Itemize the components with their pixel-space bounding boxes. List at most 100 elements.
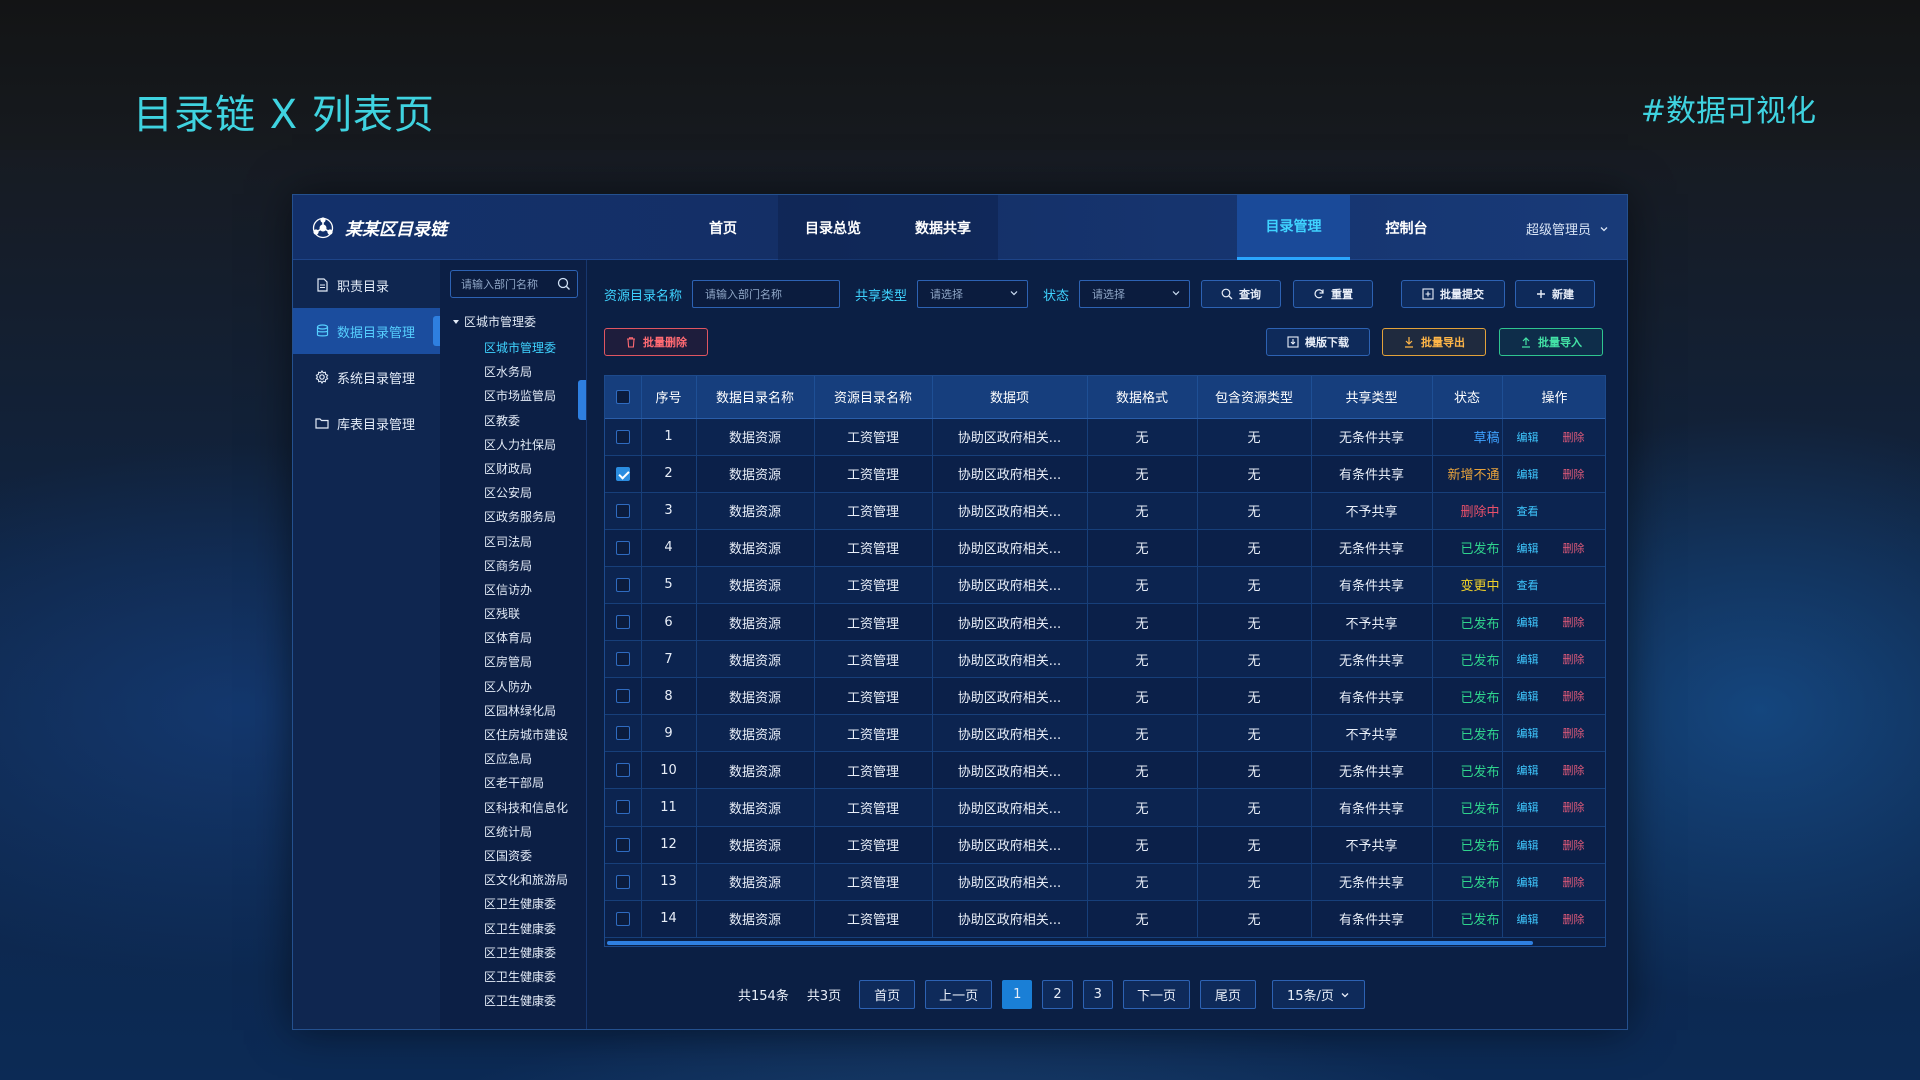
- row-checkbox[interactable]: [615, 577, 630, 592]
- row-checkbox[interactable]: [615, 503, 630, 518]
- next-page-button[interactable]: 下一页: [1122, 980, 1190, 1009]
- table-row[interactable]: 3 数据资源 工资管理 协助区政府相关... 无无不予共享 删除中 查看: [605, 492, 1605, 530]
- tree-root-node[interactable]: 区城市管理委: [452, 313, 536, 330]
- tree-node[interactable]: 区科技和信息化: [484, 796, 568, 820]
- row-checkbox[interactable]: [615, 652, 630, 667]
- sidebar-item-duty-catalog[interactable]: 职责目录: [293, 262, 440, 308]
- template-download-button[interactable]: 模版下载: [1266, 328, 1370, 356]
- tree-collapse-handle[interactable]: [578, 380, 586, 420]
- tree-node[interactable]: 区残联: [484, 602, 568, 626]
- tree-node[interactable]: 区水务局: [484, 360, 568, 384]
- table-row[interactable]: 9 数据资源 工资管理 协助区政府相关... 无无不予共享 已发布 编辑 删除: [605, 714, 1605, 753]
- page-button-3[interactable]: 3: [1082, 980, 1113, 1009]
- delete-link[interactable]: 删除: [1563, 616, 1585, 629]
- tree-node[interactable]: 区园林绿化局: [484, 699, 568, 723]
- first-page-button[interactable]: 首页: [859, 980, 916, 1009]
- sidebar-item-data-catalog[interactable]: 数据目录管理: [293, 308, 440, 354]
- row-checkbox[interactable]: [615, 726, 630, 741]
- tree-node[interactable]: 区司法局: [484, 530, 568, 554]
- table-row[interactable]: 5 数据资源 工资管理 协助区政府相关... 无无有条件共享 变更中 查看: [605, 566, 1605, 604]
- table-row[interactable]: 8 数据资源 工资管理 协助区政府相关... 无无有条件共享 已发布 编辑 删除: [605, 677, 1605, 716]
- row-checkbox[interactable]: [615, 689, 630, 704]
- table-row[interactable]: 11 数据资源 工资管理 协助区政府相关... 无无有条件共享 已发布 编辑 删除: [605, 788, 1605, 827]
- delete-link[interactable]: 删除: [1563, 839, 1585, 852]
- tree-node[interactable]: 区卫生健康委: [484, 941, 568, 965]
- edit-link[interactable]: 编辑: [1517, 616, 1539, 629]
- edit-link[interactable]: 编辑: [1517, 727, 1539, 740]
- delete-link[interactable]: 删除: [1563, 690, 1585, 703]
- tree-node[interactable]: 区政务服务局: [484, 505, 568, 529]
- tree-node[interactable]: 区国资委: [484, 844, 568, 868]
- sidebar-item-table-catalog[interactable]: 库表目录管理: [293, 400, 440, 446]
- row-checkbox[interactable]: [615, 911, 630, 926]
- edit-link[interactable]: 编辑: [1517, 801, 1539, 814]
- tree-node[interactable]: 区房管局: [484, 650, 568, 674]
- tree-node[interactable]: 区老干部局: [484, 771, 568, 795]
- view-link[interactable]: 查看: [1517, 579, 1539, 592]
- tree-node[interactable]: 区应急局: [484, 747, 568, 771]
- tree-node[interactable]: 区卫生健康委: [484, 965, 568, 989]
- delete-link[interactable]: 删除: [1563, 727, 1585, 740]
- edit-link[interactable]: 编辑: [1517, 876, 1539, 889]
- edit-link[interactable]: 编辑: [1517, 468, 1539, 481]
- tree-node[interactable]: 区商务局: [484, 554, 568, 578]
- query-button[interactable]: 查询: [1201, 280, 1282, 308]
- logo[interactable]: 某某区目录链: [311, 215, 447, 240]
- edit-link[interactable]: 编辑: [1517, 542, 1539, 555]
- tree-node[interactable]: 区文化和旅游局: [484, 868, 568, 892]
- nav-console[interactable]: 控制台: [1350, 195, 1463, 260]
- tree-node[interactable]: 区体育局: [484, 626, 568, 650]
- tree-search-input[interactable]: [451, 271, 551, 297]
- delete-link[interactable]: 删除: [1563, 764, 1585, 777]
- last-page-button[interactable]: 尾页: [1199, 980, 1256, 1009]
- row-checkbox[interactable]: [615, 466, 630, 481]
- select-all-checkbox[interactable]: [615, 389, 630, 404]
- table-row[interactable]: 10 数据资源 工资管理 协助区政府相关... 无无无条件共享 已发布 编辑 删除: [605, 751, 1605, 790]
- tree-node[interactable]: 区卫生健康委: [484, 892, 568, 916]
- tree-node[interactable]: 区财政局: [484, 457, 568, 481]
- user-menu[interactable]: 超级管理员: [1526, 219, 1609, 238]
- batch-export-button[interactable]: 批量导出: [1382, 328, 1486, 356]
- delete-link[interactable]: 删除: [1563, 431, 1585, 444]
- row-checkbox[interactable]: [615, 615, 630, 630]
- status-select[interactable]: 请选择: [1079, 280, 1191, 308]
- view-link[interactable]: 查看: [1517, 505, 1539, 518]
- edit-link[interactable]: 编辑: [1517, 839, 1539, 852]
- row-checkbox[interactable]: [615, 837, 630, 852]
- row-checkbox[interactable]: [615, 874, 630, 889]
- edit-link[interactable]: 编辑: [1517, 653, 1539, 666]
- tree-node[interactable]: 区住房城市建设: [484, 723, 568, 747]
- tree-node[interactable]: 区人防办: [484, 675, 568, 699]
- tree-node[interactable]: 区教委: [484, 409, 568, 433]
- tree-node[interactable]: 区统计局: [484, 820, 568, 844]
- edit-link[interactable]: 编辑: [1517, 431, 1539, 444]
- delete-link[interactable]: 删除: [1563, 801, 1585, 814]
- table-row[interactable]: 1 数据资源 工资管理 协助区政府相关... 无无无条件共享 草稿 编辑 删除: [605, 418, 1605, 456]
- nav-home[interactable]: 首页: [668, 195, 778, 260]
- nav-catalog-overview[interactable]: 目录总览: [778, 195, 888, 260]
- edit-link[interactable]: 编辑: [1517, 913, 1539, 926]
- tree-node[interactable]: 区卫生健康委: [484, 989, 568, 1013]
- batch-delete-button[interactable]: 批量删除: [604, 328, 708, 356]
- tree-node[interactable]: 区信访办: [484, 578, 568, 602]
- search-icon[interactable]: [557, 277, 571, 291]
- batch-submit-button[interactable]: 批量提交: [1401, 280, 1506, 308]
- table-row[interactable]: 6 数据资源 工资管理 协助区政府相关... 无无不予共享 已发布 编辑 删除: [605, 603, 1605, 642]
- row-checkbox[interactable]: [615, 763, 630, 778]
- table-row[interactable]: 7 数据资源 工资管理 协助区政府相关... 无无无条件共享 已发布 编辑 删除: [605, 640, 1605, 679]
- sidebar-item-system-catalog[interactable]: 系统目录管理: [293, 354, 440, 400]
- delete-link[interactable]: 删除: [1563, 913, 1585, 926]
- table-row[interactable]: 14 数据资源 工资管理 协助区政府相关... 无无有条件共享 已发布 编辑 删除: [605, 900, 1605, 938]
- batch-import-button[interactable]: 批量导入: [1499, 328, 1603, 356]
- nav-catalog-management[interactable]: 目录管理: [1237, 195, 1350, 260]
- horizontal-scrollbar[interactable]: [607, 941, 1533, 945]
- delete-link[interactable]: 删除: [1563, 468, 1585, 481]
- table-row[interactable]: 12 数据资源 工资管理 协助区政府相关... 无无不予共享 已发布 编辑 删除: [605, 826, 1605, 864]
- resource-name-input[interactable]: 请输入部门名称: [692, 280, 841, 308]
- tree-node[interactable]: 区市场监管局: [484, 384, 568, 408]
- row-checkbox[interactable]: [615, 540, 630, 555]
- edit-link[interactable]: 编辑: [1517, 690, 1539, 703]
- tree-node[interactable]: 区城市管理委: [484, 336, 568, 360]
- table-row[interactable]: 2 数据资源 工资管理 协助区政府相关... 无无有条件共享 新增不通 编辑 删除: [605, 455, 1605, 493]
- edit-link[interactable]: 编辑: [1517, 764, 1539, 777]
